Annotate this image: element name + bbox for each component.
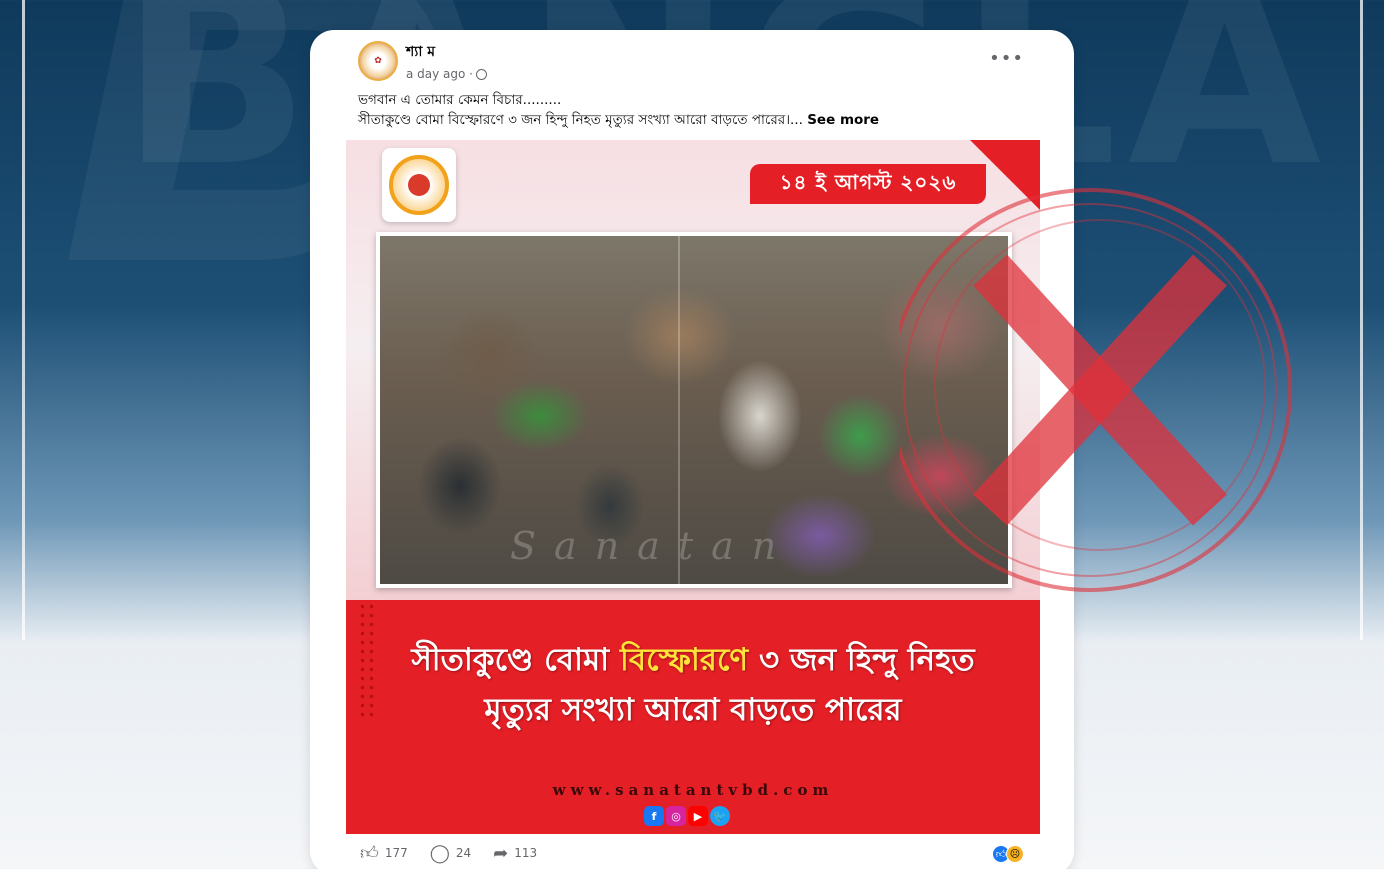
post-caption: ভগবান এ তোমার কেমন বিচার......... সীতাকু… [358,90,998,130]
youtube-icon: ▶ [688,806,708,826]
thumbs-up-icon: 👍︎ [360,843,379,864]
timestamp[interactable]: a day ago · [406,67,473,81]
caption-line-2: সীতাকুণ্ডে বোমা বিস্ফোরণে ৩ জন হিন্দু নি… [358,110,998,130]
caption-text: সীতাকুণ্ডে বোমা বিস্ফোরণে ৩ জন হিন্দু নি… [358,112,803,128]
logo-emblem [408,174,430,196]
globe-icon [476,68,487,80]
site-url: www.sanatantvbd.com [552,781,834,799]
photo-frame: Sanatan [376,232,1012,588]
like-count: 177 [384,846,408,860]
post-image[interactable]: ১৪ ই আগস্ট ২০২৬ Sanatan সীতাকুণ্ডে বোমা … [346,140,1040,834]
headline-part-1: সীতাকুণ্ডে বোমা [411,642,620,678]
headline-highlight: বিস্ফোরণে [619,642,749,678]
headline-line-1: সীতাকুণ্ডে বোমা বিস্ফোরণে ৩ জন হিন্দু নি… [346,635,1040,685]
logo-circle [389,155,449,215]
more-options-icon[interactable]: ••• [989,48,1024,69]
caption-line-1: ভগবান এ তোমার কেমন বিচার......... [358,92,562,108]
like-button[interactable]: 👍︎ 177 [360,842,408,864]
comment-button[interactable]: ◯ 24 [430,843,471,864]
post-meta: শ্যা ম a day ago · [406,40,487,81]
instagram-icon: ◎ [666,806,686,826]
see-more-link[interactable]: See more [807,112,879,128]
avatar[interactable]: ✿ [358,40,398,81]
twitter-icon: 🐦 [710,806,730,826]
reactions-summary[interactable]: 👍︎ ☹ [992,845,1024,863]
social-icons-row: f ◎ ▶ 🐦 [644,806,730,826]
date-badge: ১৪ ই আগস্ট ২০২৬ [750,164,986,204]
share-button[interactable]: ➦ 113 [493,843,537,864]
image-headline: সীতাকুণ্ডে বোমা বিস্ফোরণে ৩ জন হিন্দু নি… [346,635,1040,735]
crowd-photo: Sanatan [380,236,1008,584]
sad-reaction-icon: ☹ [1006,845,1024,863]
comment-count: 24 [455,846,472,860]
post-footer: 👍︎ 177 ◯ 24 ➦ 113 [360,842,537,865]
share-icon: ➦ [493,842,509,864]
share-count: 113 [514,846,538,860]
post-time: a day ago · [406,67,487,81]
headline-line-2: মৃত্যুর সংখ্যা আরো বাড়তে পারের [484,692,902,728]
left-border-line [22,0,25,640]
facebook-icon: f [644,806,664,826]
right-border-line [1360,0,1363,640]
post-header: ✿ শ্যা ম a day ago · [358,40,487,81]
photo-watermark: Sanatan [510,524,795,568]
comment-icon: ◯ [429,842,450,864]
author-name[interactable]: শ্যা ম [406,40,487,64]
headline-part-2: ৩ জন হিন্দু নিহত [748,642,975,678]
channel-logo [382,148,456,222]
facebook-post-card: ✿ শ্যা ম a day ago · ••• ভগবান এ তোমার ক… [310,30,1074,869]
